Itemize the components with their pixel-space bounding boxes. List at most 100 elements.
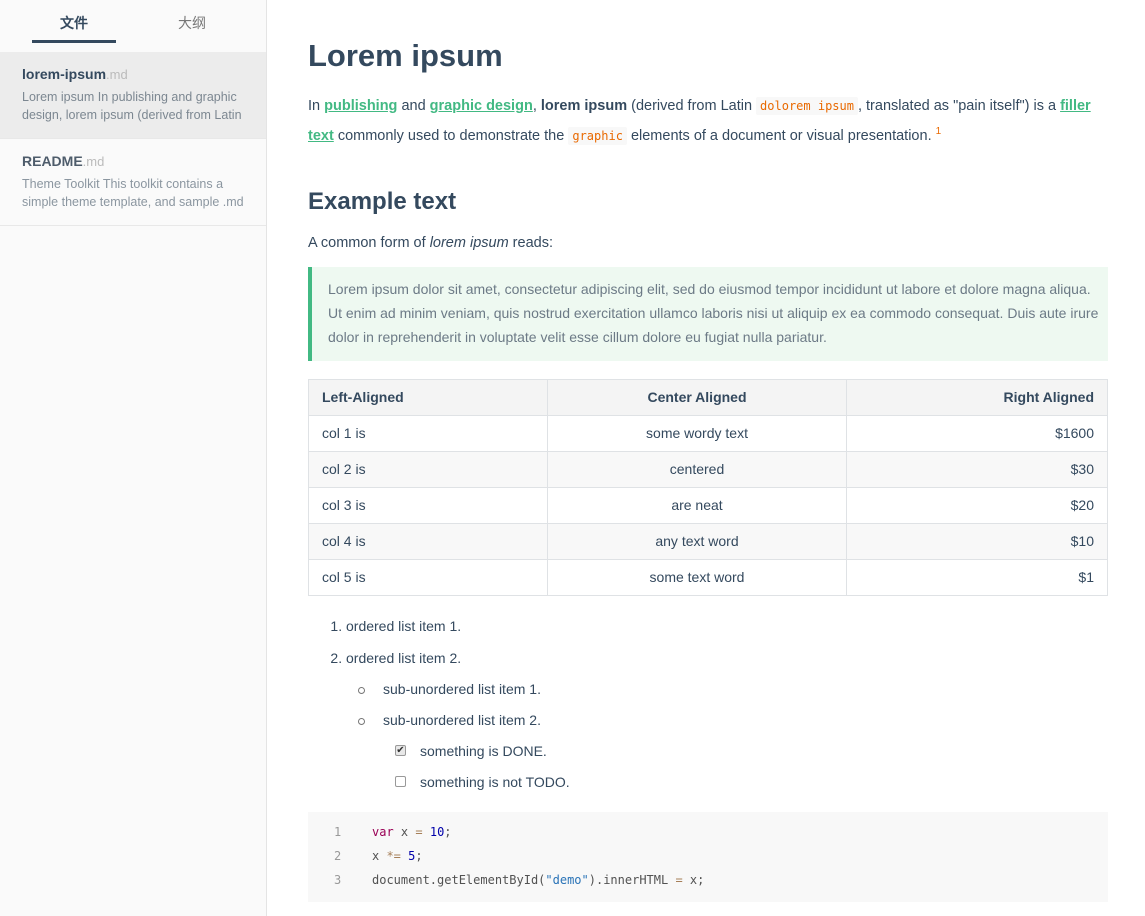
list-item: ordered list item 2. sub-unordered list …: [346, 642, 1108, 798]
list-item: sub-unordered list item 2. ✔ something is…: [358, 705, 1108, 798]
code-token: x: [372, 848, 387, 863]
list-item-text: sub-unordered list item 2.: [383, 711, 541, 728]
table-cell: col 4 is: [308, 522, 548, 560]
intro-text: elements of a document or visual present…: [626, 127, 936, 144]
table-header: Center Aligned: [547, 378, 847, 416]
task-item-done: ✔ something is DONE.: [395, 736, 1108, 767]
table-cell: $1600: [846, 414, 1108, 452]
table-header: Left-Aligned: [308, 378, 548, 416]
table-cell: some text word: [547, 558, 847, 596]
table-cell: $30: [846, 450, 1108, 488]
code-operator: =: [415, 824, 423, 839]
intro-text: , translated as "pain itself") is a: [857, 98, 1061, 114]
sidebar: 文件 大纲 lorem-ipsum.md Lorem ipsum In publ…: [0, 0, 267, 916]
list-item: sub-unordered list item 1.: [358, 674, 1108, 705]
code-block: 1 var x = 10; 2 x *= 5; 3 document.getElement…: [308, 811, 1108, 902]
intro-text: In: [308, 98, 325, 114]
code-line: 2 x *= 5;: [308, 844, 1108, 868]
file-item-lorem-ipsum[interactable]: lorem-ipsum.md Lorem ipsum In publishing…: [0, 52, 266, 139]
intro-text: (derived from Latin: [627, 98, 757, 114]
link-graphic-design[interactable]: graphic design: [430, 98, 533, 114]
code-token: x: [393, 824, 416, 839]
section-heading: Example text: [308, 187, 457, 215]
task-item-todo: something is not TODO.: [395, 767, 1108, 798]
table-cell: are neat: [547, 486, 847, 524]
code-string: "demo": [545, 872, 589, 887]
line-number: 3: [308, 868, 346, 892]
bullet-circle-icon: [358, 717, 365, 725]
sidebar-tabs: 文件 大纲: [0, 0, 266, 52]
code-text: x *= 5;: [346, 844, 423, 868]
lead-text: A common form of: [308, 234, 430, 251]
table-header-row: Left-Aligned Center Aligned Right Aligne…: [308, 378, 1108, 416]
table-row: col 1 is some wordy text $1600: [308, 414, 1108, 452]
line-number-text: 3: [334, 872, 342, 887]
task-label: something is not TODO.: [420, 773, 570, 790]
file-name-text: README: [22, 153, 83, 169]
table-cell: centered: [547, 450, 847, 488]
table-row: col 5 is some text word $1: [308, 558, 1108, 596]
inline-code: graphic: [568, 126, 627, 145]
code-token: x;: [682, 872, 705, 887]
link-publishing[interactable]: publishing: [324, 98, 397, 114]
list-item: ordered list item 1.: [346, 610, 1108, 642]
table-cell: col 3 is: [308, 486, 548, 524]
file-preview: Lorem ipsum In publishing and graphic de…: [22, 90, 242, 122]
table-cell: col 1 is: [308, 414, 548, 452]
inline-code: dolorem ipsum: [756, 97, 858, 115]
table-cell: $20: [846, 486, 1108, 524]
document-content: Lorem ipsum In publishing and graphic de…: [308, 0, 1108, 902]
code-text: document.getElementById("demo").innerHTM…: [346, 868, 704, 892]
code-operator: =: [675, 872, 683, 887]
task-label: something is DONE.: [420, 742, 547, 759]
tab-files[interactable]: 文件: [32, 0, 116, 43]
file-ext: .md: [106, 67, 128, 82]
file-name: README.md: [22, 152, 244, 171]
checkbox-checked-icon[interactable]: ✔: [395, 744, 406, 756]
unordered-list: sub-unordered list item 1. sub-unordered…: [346, 674, 1108, 798]
blockquote: Lorem ipsum dolor sit amet, consectetur …: [308, 266, 1108, 361]
table-row: col 4 is any text word $10: [308, 522, 1108, 560]
lead-paragraph: A common form of lorem ipsum reads:: [308, 233, 1108, 253]
file-preview: Theme Toolkit This toolkit contains a si…: [22, 177, 244, 209]
file-name-text: lorem-ipsum: [22, 66, 107, 82]
table-cell: $1: [846, 558, 1108, 596]
table-cell: some wordy text: [547, 414, 847, 452]
file-item-readme[interactable]: README.md Theme Toolkit This toolkit con…: [0, 139, 266, 226]
code-line: 1 var x = 10;: [308, 820, 1108, 844]
intro-text: commonly used to demonstrate the: [333, 127, 569, 144]
file-name: lorem-ipsum.md: [22, 65, 244, 84]
lead-text: reads:: [508, 234, 553, 251]
list-item-text: ordered list item 1.: [346, 617, 462, 634]
intro-bold: lorem ipsum: [540, 98, 628, 114]
checkbox-unchecked-icon[interactable]: [395, 775, 406, 787]
line-number: 1: [308, 820, 346, 844]
ordered-list: ordered list item 1. ordered list item 2…: [308, 610, 1108, 798]
line-number-text: 2: [334, 848, 342, 863]
code-text: var x = 10;: [346, 820, 452, 844]
task-list: ✔ something is DONE. something is not TOD…: [383, 736, 1108, 798]
data-table: Left-Aligned Center Aligned Right Aligne…: [308, 378, 1108, 596]
code-token: ;: [415, 848, 423, 863]
table-cell: $10: [846, 522, 1108, 560]
code-keyword: var: [372, 824, 394, 839]
code-token: ).innerHTML: [588, 872, 676, 887]
bullet-circle-icon: [358, 686, 365, 694]
table-row: col 2 is centered $30: [308, 450, 1108, 488]
table-cell: col 5 is: [308, 558, 548, 596]
intro-text: and: [397, 98, 430, 114]
list-item-text: sub-unordered list item 1.: [383, 680, 541, 697]
list-item-text: ordered list item 2.: [346, 649, 462, 666]
table-header: Right Aligned: [846, 378, 1108, 416]
intro-text: ,: [532, 98, 541, 114]
file-ext: .md: [82, 154, 105, 169]
table-row: col 3 is are neat $20: [308, 486, 1108, 524]
code-token: ;: [444, 824, 452, 839]
page-title: Lorem ipsum: [308, 38, 503, 73]
code-operator: *=: [386, 848, 401, 863]
footnote-ref[interactable]: 1: [936, 126, 942, 137]
code-number: 10: [429, 824, 445, 839]
lead-emphasis: lorem ipsum: [429, 234, 509, 251]
line-number-text: 1: [334, 824, 342, 839]
tab-outline[interactable]: 大纲: [150, 0, 234, 40]
